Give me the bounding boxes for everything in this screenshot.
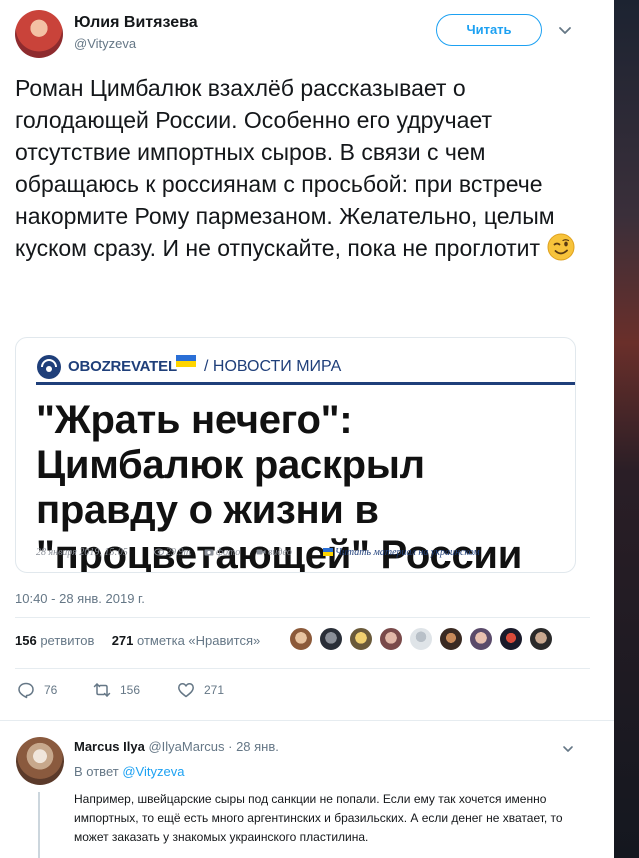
link-preview-card[interactable]: OBOZREVATEL / НОВОСТИ МИРА "Жрать нечего…: [15, 337, 576, 573]
like-button[interactable]: 271: [177, 680, 224, 700]
liker-avatar[interactable]: [438, 626, 464, 652]
liker-avatar[interactable]: [408, 626, 434, 652]
likes-label[interactable]: отметка «Нравится»: [137, 633, 260, 648]
reply-author-handle[interactable]: @IlyaMarcus: [148, 739, 224, 754]
follow-button[interactable]: Читать: [436, 14, 542, 46]
card-section: / НОВОСТИ МИРА: [204, 358, 342, 375]
ukraine-flag-icon: [176, 355, 196, 367]
winking-face-emoji-icon: [547, 233, 575, 261]
tweet-text: Роман Цимбалюк взахлёб рассказывает о го…: [15, 72, 590, 264]
divider: [0, 720, 614, 721]
heart-icon: [178, 683, 194, 698]
tweet-timestamp[interactable]: 10:40 - 28 янв. 2019 г.: [15, 591, 145, 606]
eye-icon: [154, 548, 164, 556]
liker-avatar[interactable]: [318, 626, 344, 652]
like-count: 271: [204, 683, 225, 697]
ukraine-flag-small-icon: [323, 548, 333, 556]
liker-avatar[interactable]: [348, 626, 374, 652]
card-date: 28 января 2019, 15:05: [36, 547, 128, 558]
card-video: видео: [256, 547, 292, 558]
reply-text: Например, швейцарские сыры под санкции н…: [74, 792, 563, 844]
card-header: OBOZREVATEL / НОВОСТИ МИРА: [36, 352, 566, 384]
author-avatar[interactable]: [15, 10, 63, 58]
retweets-label[interactable]: ретвитов: [40, 633, 94, 648]
author-name[interactable]: Юлия Витязева: [74, 14, 198, 32]
card-divider: [36, 382, 575, 385]
card-ua-link-label[interactable]: Читать материал на украинском: [335, 547, 480, 558]
reply-author-name[interactable]: Marcus Ilya: [74, 739, 145, 754]
card-meta: 28 января 2019, 15:05 29.9т фото видео Ч…: [36, 547, 556, 563]
tweet-actions: 76 156 271: [15, 680, 315, 700]
liker-avatar[interactable]: [378, 626, 404, 652]
reply-icon: [18, 682, 34, 699]
camera-icon: [204, 549, 214, 556]
card-brand: OBOZREVATEL: [68, 358, 177, 375]
card-video-label: видео: [268, 547, 292, 558]
divider: [15, 668, 590, 669]
reply-button[interactable]: 76: [17, 680, 57, 700]
background-page-strip: [614, 0, 639, 858]
thread-line: [38, 792, 40, 858]
divider: [15, 617, 590, 618]
retweets-count[interactable]: 156: [15, 633, 37, 648]
tweet-modal: Юлия Витязева @Vityzeva Читать Роман Цим…: [0, 0, 614, 858]
reply-context-prefix: В ответ: [74, 764, 119, 779]
likes-count[interactable]: 271: [112, 633, 134, 648]
chevron-down-icon[interactable]: [557, 22, 573, 38]
obozrevatel-logo-icon: [37, 355, 61, 379]
retweet-count: 156: [120, 683, 141, 697]
reply-context-handle[interactable]: @Vityzeva: [122, 764, 184, 779]
liker-avatar[interactable]: [288, 626, 314, 652]
liker-avatar[interactable]: [468, 626, 494, 652]
card-views-value: 29.9т: [166, 547, 191, 558]
tweet-stats: 156 ретвитов 271 отметка «Нравится»: [15, 633, 260, 648]
retweet-button[interactable]: 156: [93, 680, 140, 700]
card-photo-label: фото: [216, 547, 241, 558]
reply-time[interactable]: · 28 янв.: [228, 739, 279, 754]
retweet-icon: [93, 683, 111, 697]
liker-avatar[interactable]: [498, 626, 524, 652]
liker-avatar[interactable]: [528, 626, 554, 652]
card-photo: фото: [204, 547, 240, 558]
card-ua-link[interactable]: Читать материал на украинском: [323, 547, 480, 558]
video-camera-icon: [256, 549, 266, 555]
reply-author-avatar[interactable]: [16, 737, 64, 785]
tweet-text-content: Роман Цимбалюк взахлёб рассказывает о го…: [15, 75, 555, 261]
chevron-down-icon[interactable]: [561, 742, 575, 756]
author-handle[interactable]: @Vityzeva: [74, 36, 136, 51]
reply-context: В ответ @Vityzeva: [74, 764, 184, 779]
reply-count: 76: [44, 683, 58, 697]
reply-header: Marcus Ilya @IlyaMarcus · 28 янв.: [74, 739, 279, 754]
card-views: 29.9т: [154, 547, 191, 558]
